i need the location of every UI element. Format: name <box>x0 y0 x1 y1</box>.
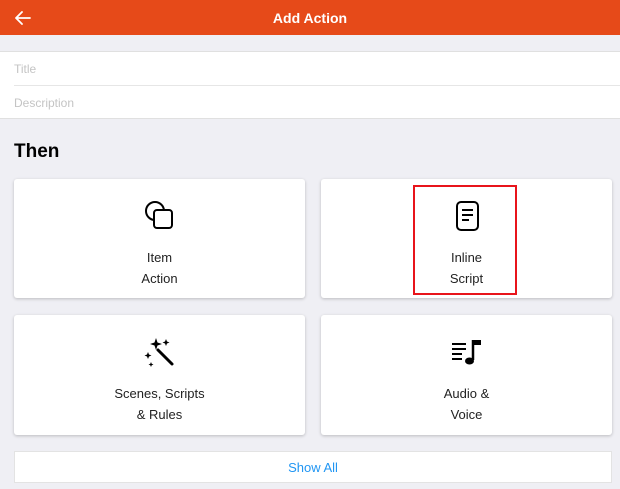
title-field-row <box>0 52 620 85</box>
audio-voice-card[interactable]: Audio & Voice <box>321 315 612 435</box>
inline-script-card[interactable]: Inline Script <box>321 179 612 298</box>
description-input[interactable] <box>14 95 604 110</box>
audio-voice-label-line2: Voice <box>450 407 483 422</box>
inline-script-icon <box>447 196 487 236</box>
scenes-scripts-rules-card[interactable]: Scenes, Scripts & Rules <box>14 315 305 435</box>
item-action-label-line1: Item <box>146 250 173 265</box>
audio-voice-icon <box>447 332 487 372</box>
scenes-scripts-rules-label: Scenes, Scripts & Rules <box>14 383 305 425</box>
item-action-label: Item Action <box>14 247 305 289</box>
back-button[interactable] <box>12 7 34 29</box>
arrow-left-icon <box>15 11 31 25</box>
audio-voice-label: Audio & Voice <box>321 383 612 425</box>
inline-script-label-line2: Script <box>449 271 484 286</box>
inline-script-label: Inline Script <box>321 247 612 289</box>
scenes-scripts-rules-label-line1: Scenes, Scripts <box>114 386 205 401</box>
audio-voice-label-line1: Audio & <box>443 386 490 401</box>
section-title: Then <box>14 141 60 162</box>
inline-script-label-line1: Inline <box>450 250 483 265</box>
item-action-card[interactable]: Item Action <box>14 179 305 298</box>
page-title: Add Action <box>272 9 348 26</box>
navbar: Add Action <box>0 0 620 35</box>
action-form <box>0 51 620 119</box>
item-action-icon <box>140 196 180 236</box>
magic-wand-icon <box>140 332 180 372</box>
scenes-scripts-rules-label-line2: & Rules <box>136 407 183 422</box>
title-input[interactable] <box>14 61 604 76</box>
description-field-row <box>0 86 620 119</box>
show-all-button[interactable]: Show All <box>14 451 612 483</box>
item-action-label-line2: Action <box>141 271 178 286</box>
